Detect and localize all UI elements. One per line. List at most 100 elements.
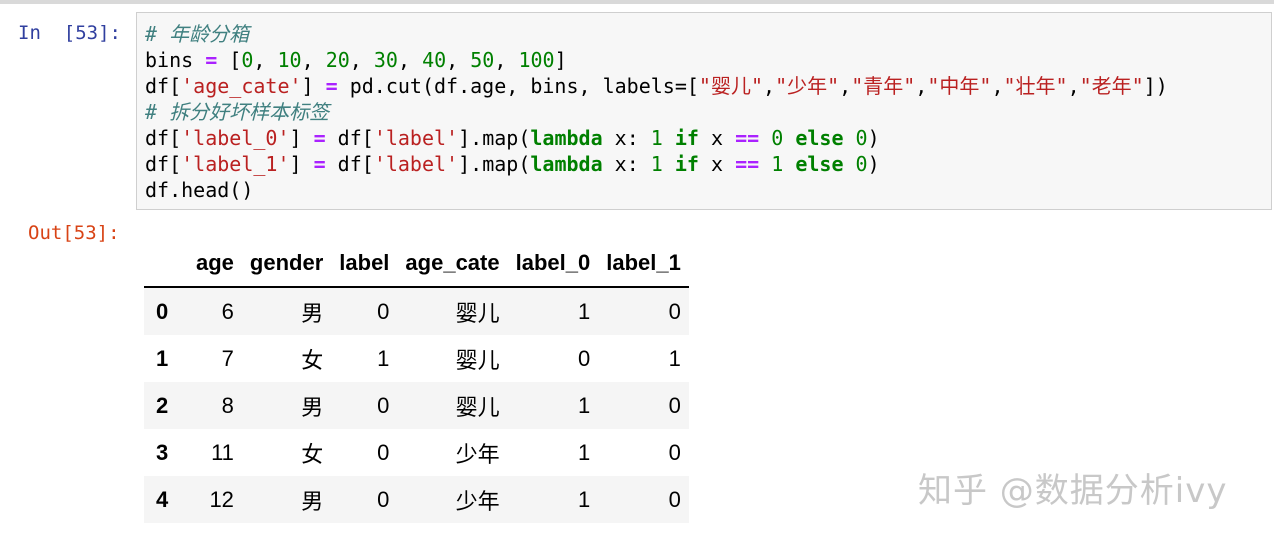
code-token: # 拆分好坏样本标签: [145, 100, 330, 124]
code-token: df.head(): [145, 178, 254, 202]
code-token: 30: [373, 48, 398, 72]
dataframe-table: age gender label age_cate label_0 label_…: [144, 240, 689, 523]
code-token: "少年": [775, 74, 840, 98]
cell-label-0: 1: [577, 486, 591, 512]
code-token: 1: [650, 152, 663, 176]
row-index: 2: [156, 392, 169, 418]
cell-label: 0: [377, 392, 390, 418]
cell-label-0: 0: [577, 345, 591, 371]
code-token: x:: [602, 152, 651, 176]
code-token: 0: [855, 126, 868, 150]
code-token: ,: [397, 48, 423, 72]
code-token: "中年": [927, 74, 992, 98]
cell-label-1: 0: [668, 439, 681, 465]
column-header-age: age: [188, 240, 242, 288]
row-index: 4: [156, 486, 169, 512]
code-token: x: [698, 126, 736, 150]
code-token: else: [795, 126, 844, 150]
cell-label-1: 0: [668, 486, 681, 512]
cell-age: 8: [221, 392, 234, 418]
code-token: =: [313, 126, 326, 150]
code-token: ]: [301, 74, 326, 98]
code-line: # 年龄分箱: [145, 21, 249, 47]
code-token: lambda: [530, 126, 603, 150]
code-token: "青年": [851, 74, 916, 98]
code-line: bins = [0, 10, 20, 30, 40, 50, 100]: [145, 47, 567, 73]
code-token: x: [698, 152, 736, 176]
code-token: ): [867, 152, 880, 176]
cell-age: 12: [209, 486, 234, 512]
code-token: ]): [1143, 74, 1168, 98]
code-line: df['label_0'] = df['label'].map(lambda x…: [145, 125, 880, 151]
code-token: 0: [855, 152, 868, 176]
code-token: ]: [554, 48, 567, 72]
code-token: 40: [422, 48, 447, 72]
table-row: 3 11 女 0 少年 1 0: [144, 429, 689, 476]
cell-label: 0: [377, 439, 390, 465]
code-token: 0: [771, 126, 784, 150]
code-line: df.head(): [145, 177, 253, 203]
cell-gender: 女: [301, 441, 324, 467]
watermark: 知乎 @数据分析ivy: [918, 471, 1228, 511]
code-token: 50: [470, 48, 495, 72]
table-row: 1 7 女 1 婴儿 0 1: [144, 335, 689, 382]
code-token: ]: [289, 126, 314, 150]
code-cell-input[interactable]: # 年龄分箱 bins = [0, 10, 20, 30, 40, 50, 10…: [136, 12, 1272, 210]
code-token: ,: [915, 74, 928, 98]
code-token: ,: [763, 74, 776, 98]
column-header-label-1: label_1: [598, 240, 689, 288]
code-token: ]: [289, 152, 314, 176]
column-header-label-0: label_0: [507, 240, 599, 288]
cell-label: 0: [377, 486, 390, 512]
cell-gender: 男: [301, 300, 324, 326]
cell-age: 6: [221, 298, 234, 324]
cell-gender: 女: [301, 347, 324, 373]
row-index: 3: [156, 439, 169, 465]
code-token: 'label_0': [181, 126, 290, 150]
cell-output: age gender label age_cate label_0 label_…: [144, 240, 744, 532]
cell-label: 0: [377, 298, 390, 324]
cell-label: 1: [377, 345, 390, 371]
code-token: if: [674, 152, 699, 176]
table-row: 2 8 男 0 婴儿 1 0: [144, 382, 689, 429]
code-token: ].map(: [458, 126, 531, 150]
cell-label-0: 1: [577, 298, 591, 324]
code-token: "老年": [1079, 74, 1144, 98]
code-token: ,: [349, 48, 374, 72]
code-token: 'label': [373, 152, 459, 176]
cell-gender: 男: [301, 488, 324, 514]
code-line: df['age_cate'] = pd.cut(df.age, bins, la…: [145, 73, 1168, 99]
code-token: ].map(: [458, 152, 531, 176]
code-token: df[: [145, 74, 182, 98]
code-token: if: [674, 126, 699, 150]
table-row: 4 12 男 0 少年 1 0: [144, 476, 689, 523]
cell-age-cate: 婴儿: [455, 347, 500, 373]
code-token: 20: [325, 48, 350, 72]
code-token: x:: [602, 126, 651, 150]
code-token: df[: [145, 126, 182, 150]
cell-age-cate: 婴儿: [455, 300, 500, 326]
code-token: ,: [494, 48, 519, 72]
code-line: df['label_1'] = df['label'].map(lambda x…: [145, 151, 880, 177]
top-border: [0, 0, 1274, 4]
code-token: bins: [145, 48, 206, 72]
code-token: ==: [735, 126, 760, 150]
column-header-gender: gender: [241, 240, 332, 288]
column-header-label: label: [331, 240, 398, 288]
code-token: ,: [839, 74, 852, 98]
cell-age-cate: 少年: [455, 441, 500, 467]
code-token: df[: [325, 126, 374, 150]
cell-label-1: 0: [668, 298, 681, 324]
column-header-age-cate: age_cate: [397, 240, 508, 288]
code-token: df[: [145, 152, 182, 176]
row-index: 0: [156, 298, 169, 324]
code-token: ==: [735, 152, 760, 176]
cell-label-0: 1: [577, 439, 591, 465]
code-token: "壮年": [1003, 74, 1068, 98]
